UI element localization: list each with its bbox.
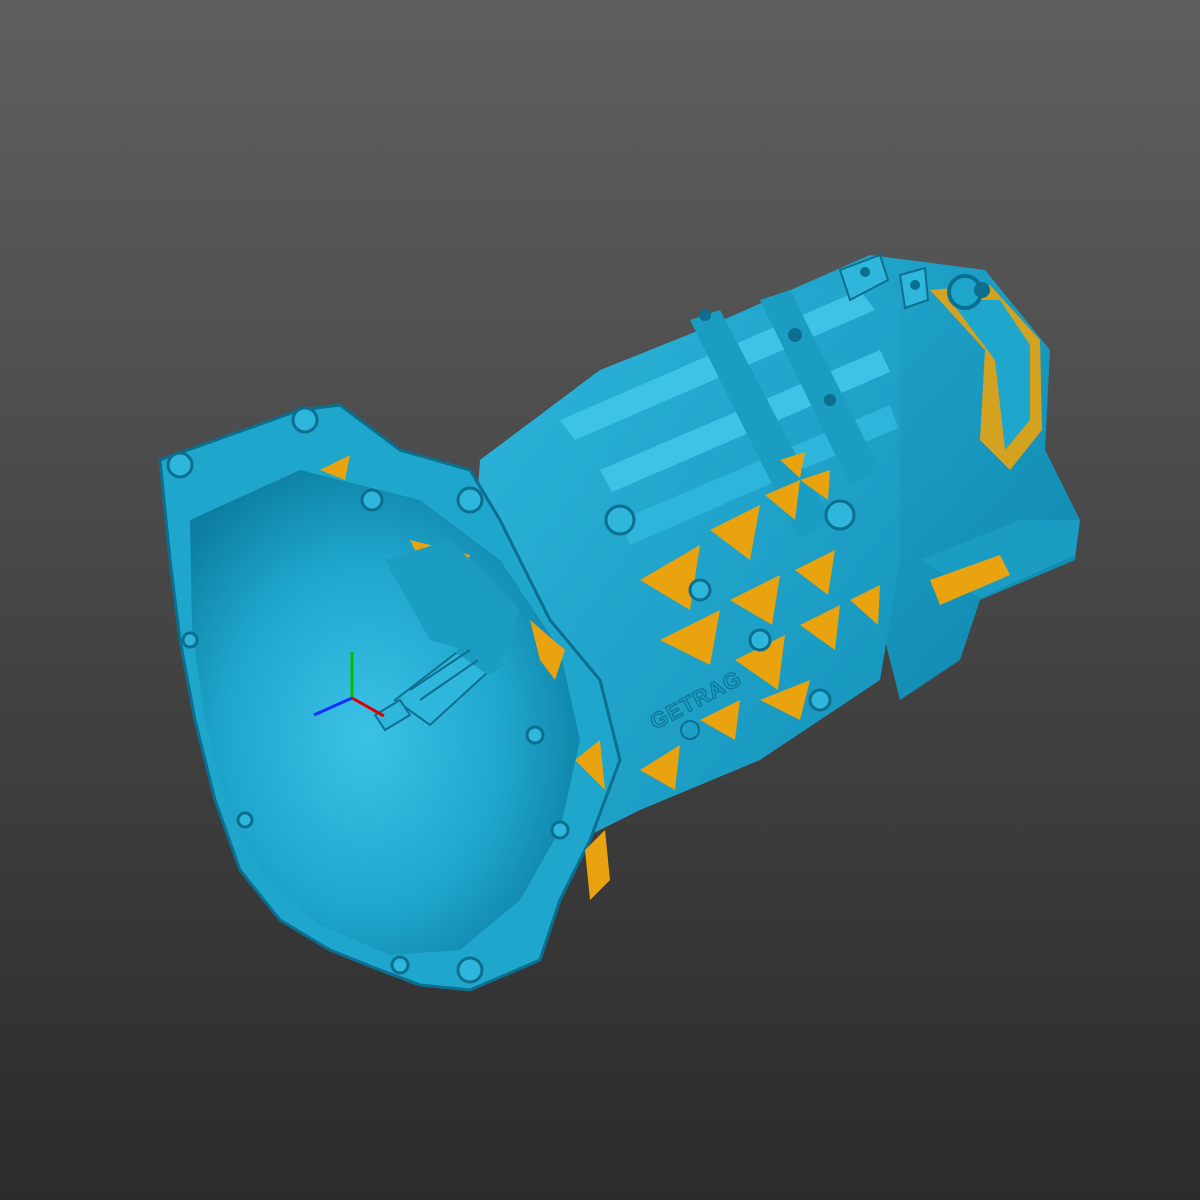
model-scene[interactable]: GETRAG: [0, 0, 1200, 1200]
3d-viewport[interactable]: GETRAG: [0, 0, 1200, 1200]
z-axis-icon: [313, 696, 353, 717]
axis-gizmo: [313, 652, 385, 718]
x-axis-icon: [351, 696, 385, 718]
